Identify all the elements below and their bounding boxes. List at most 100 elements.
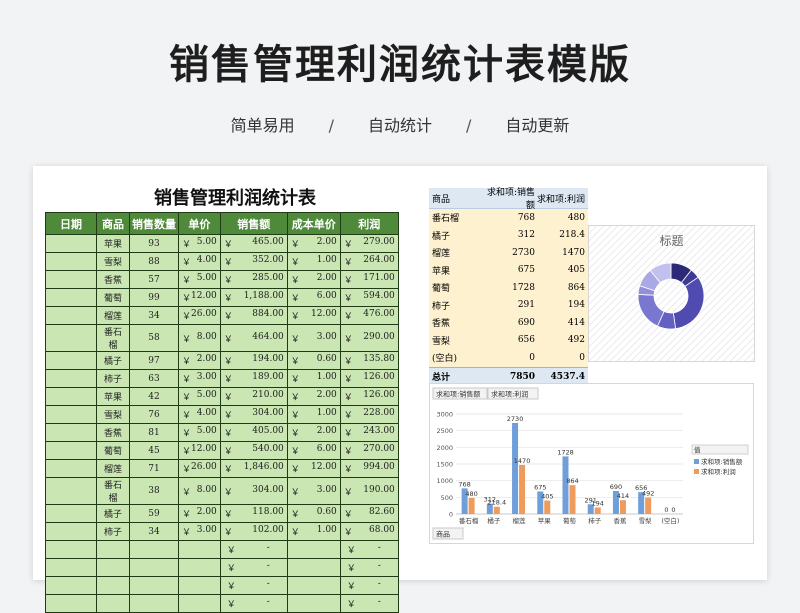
cell-profit[interactable]: ￥ 135.80 xyxy=(339,351,399,370)
cell-profit[interactable]: ￥ 171.00 xyxy=(339,270,399,289)
pivot-row[interactable]: 香蕉 690 414 xyxy=(429,314,588,332)
cell-price[interactable]: ￥ 2.00 xyxy=(178,351,221,370)
cell-profit[interactable]: ￥ 290.00 xyxy=(339,324,399,352)
cell-date[interactable] xyxy=(45,288,97,307)
cell-price[interactable] xyxy=(178,540,221,559)
cell-profit[interactable]: ￥ 594.00 xyxy=(339,288,399,307)
bar[interactable] xyxy=(619,500,626,514)
cell-profit[interactable]: ￥ 270.00 xyxy=(339,441,399,460)
cell-date[interactable] xyxy=(45,306,97,325)
cell-item[interactable] xyxy=(96,576,130,595)
cell-date[interactable] xyxy=(45,558,97,577)
cell-price[interactable]: ￥ 3.00 xyxy=(178,369,221,388)
cell-price[interactable]: ￥ 5.00 xyxy=(178,423,221,442)
cell-date[interactable] xyxy=(45,477,97,505)
cell-profit[interactable]: ￥ 126.00 xyxy=(339,387,399,406)
bar[interactable] xyxy=(594,507,601,514)
cell-date[interactable] xyxy=(45,423,97,442)
pivot-header-item[interactable]: 商品 xyxy=(429,192,480,205)
cell-date[interactable] xyxy=(45,405,97,424)
cell-cost[interactable]: ￥ 3.00 xyxy=(286,477,341,505)
cell-price[interactable]: ￥ 5.00 xyxy=(178,234,221,253)
bar[interactable] xyxy=(645,497,652,514)
cell-qty[interactable] xyxy=(129,558,179,577)
cell-qty[interactable]: 99 xyxy=(129,288,179,307)
cell-price[interactable]: ￥ 5.00 xyxy=(178,387,221,406)
cell-item[interactable]: 香蕉 xyxy=(96,270,130,289)
cell-sales[interactable]: ￥ 304.00 xyxy=(219,405,288,424)
cell-item[interactable]: 葡萄 xyxy=(96,288,130,307)
cell-qty[interactable]: 34 xyxy=(129,306,179,325)
cell-sales[interactable]: ￥ 285.00 xyxy=(219,270,288,289)
cell-sales[interactable]: ￥ - xyxy=(219,558,288,577)
cell-cost[interactable] xyxy=(286,540,341,559)
cell-cost[interactable]: ￥ 1.00 xyxy=(286,522,341,541)
cell-qty[interactable] xyxy=(129,540,179,559)
cell-price[interactable]: ￥ 5.00 xyxy=(178,270,221,289)
cell-price[interactable]: ￥ 12.00 xyxy=(178,288,221,307)
cell-item[interactable] xyxy=(96,594,130,613)
cell-price[interactable]: ￥ 4.00 xyxy=(178,252,221,271)
cell-cost[interactable]: ￥ 2.00 xyxy=(286,387,341,406)
bar[interactable] xyxy=(544,500,551,515)
cell-price[interactable] xyxy=(178,594,221,613)
cell-qty[interactable] xyxy=(129,594,179,613)
cell-cost[interactable]: ￥ 2.00 xyxy=(286,270,341,289)
cell-profit[interactable]: ￥ - xyxy=(339,558,399,577)
cell-qty[interactable]: 57 xyxy=(129,270,179,289)
cell-item[interactable]: 橘子 xyxy=(96,351,130,370)
cell-price[interactable]: ￥ 2.00 xyxy=(178,504,221,523)
cell-price[interactable] xyxy=(178,558,221,577)
cell-cost[interactable]: ￥ 1.00 xyxy=(286,252,341,271)
cell-qty[interactable]: 34 xyxy=(129,522,179,541)
bar[interactable] xyxy=(493,506,500,514)
cell-sales[interactable]: ￥ - xyxy=(219,576,288,595)
cell-price[interactable]: ￥ 3.00 xyxy=(178,522,221,541)
cell-profit[interactable]: ￥ - xyxy=(339,594,399,613)
cell-sales[interactable]: ￥ 102.00 xyxy=(219,522,288,541)
cell-item[interactable]: 番石榴 xyxy=(96,324,130,352)
cell-item[interactable]: 雪梨 xyxy=(96,252,130,271)
cell-price[interactable]: ￥ 8.00 xyxy=(178,477,221,505)
pivot-row[interactable]: 雪梨 656 492 xyxy=(429,331,588,349)
pivot-row[interactable]: 橘子 312 218.4 xyxy=(429,226,588,244)
pivot-row[interactable]: 柿子 291 194 xyxy=(429,296,588,314)
cell-qty[interactable]: 38 xyxy=(129,477,179,505)
bar[interactable] xyxy=(519,465,526,514)
cell-profit[interactable]: ￥ 82.60 xyxy=(339,504,399,523)
cell-sales[interactable]: ￥ 884.00 xyxy=(219,306,288,325)
cell-profit[interactable]: ￥ 264.00 xyxy=(339,252,399,271)
cell-item[interactable]: 香蕉 xyxy=(96,423,130,442)
cell-qty[interactable]: 42 xyxy=(129,387,179,406)
cell-sales[interactable]: ￥ 210.00 xyxy=(219,387,288,406)
cell-qty[interactable]: 88 xyxy=(129,252,179,271)
cell-qty[interactable]: 71 xyxy=(129,459,179,478)
cell-profit[interactable]: ￥ 279.00 xyxy=(339,234,399,253)
cell-cost[interactable]: ￥ 1.00 xyxy=(286,369,341,388)
cell-profit[interactable]: ￥ 476.00 xyxy=(339,306,399,325)
cell-item[interactable]: 雪梨 xyxy=(96,405,130,424)
cell-qty[interactable]: 81 xyxy=(129,423,179,442)
cell-profit[interactable]: ￥ - xyxy=(339,576,399,595)
cell-cost[interactable]: ￥ 12.00 xyxy=(286,306,341,325)
cell-item[interactable] xyxy=(96,540,130,559)
cell-date[interactable] xyxy=(45,351,97,370)
cell-sales[interactable]: ￥ 194.00 xyxy=(219,351,288,370)
cell-date[interactable] xyxy=(45,576,97,595)
cell-cost[interactable]: ￥ 2.00 xyxy=(286,423,341,442)
cell-cost[interactable]: ￥ 0.60 xyxy=(286,504,341,523)
cell-sales[interactable]: ￥ 540.00 xyxy=(219,441,288,460)
cell-qty[interactable]: 76 xyxy=(129,405,179,424)
cell-date[interactable] xyxy=(45,369,97,388)
cell-date[interactable] xyxy=(45,234,97,253)
cell-cost[interactable]: ￥ 6.00 xyxy=(286,441,341,460)
cell-cost[interactable]: ￥ 1.00 xyxy=(286,405,341,424)
cell-date[interactable] xyxy=(45,252,97,271)
bar[interactable] xyxy=(468,498,475,514)
cell-date[interactable] xyxy=(45,459,97,478)
cell-date[interactable] xyxy=(45,441,97,460)
bar[interactable] xyxy=(569,485,576,514)
cell-sales[interactable]: ￥ 465.00 xyxy=(219,234,288,253)
cell-qty[interactable]: 59 xyxy=(129,504,179,523)
cell-profit[interactable]: ￥ 994.00 xyxy=(339,459,399,478)
